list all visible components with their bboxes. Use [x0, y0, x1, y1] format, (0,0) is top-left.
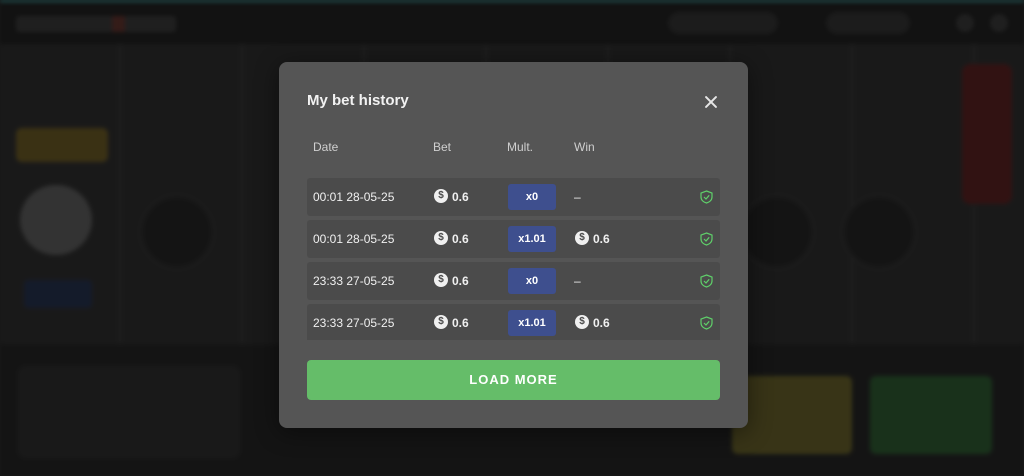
- shield-check-icon[interactable]: [700, 274, 713, 288]
- multiplier-badge: x0: [508, 184, 556, 210]
- row-date: 00:01 28-05-25: [313, 232, 395, 246]
- row-win: 0.6: [593, 232, 610, 246]
- bet-history-modal: My bet history Date Bet Mult. Win 00:01 …: [279, 62, 748, 428]
- table-row: 00:01 28-05-25 $ 0.6 x0 –: [307, 178, 720, 216]
- coin-icon: $: [434, 189, 448, 203]
- multiplier-badge: x1.01: [508, 226, 556, 252]
- coin-icon: $: [434, 231, 448, 245]
- shield-check-icon[interactable]: [700, 316, 713, 330]
- shield-check-icon[interactable]: [700, 190, 713, 204]
- row-win: –: [574, 274, 581, 288]
- table-row: 23:33 27-05-25 $ 0.6 x0 –: [307, 262, 720, 300]
- row-bet: 0.6: [452, 190, 469, 204]
- row-bet: 0.6: [452, 274, 469, 288]
- row-bet: 0.6: [452, 316, 469, 330]
- coin-icon: $: [575, 231, 589, 245]
- column-mult: Mult.: [507, 140, 534, 154]
- row-date: 00:01 28-05-25: [313, 190, 395, 204]
- close-icon[interactable]: [699, 90, 723, 114]
- load-more-button[interactable]: LOAD MORE: [307, 360, 720, 400]
- column-bet: Bet: [433, 140, 452, 154]
- row-win: –: [574, 190, 581, 204]
- multiplier-badge: x1.01: [508, 310, 556, 336]
- table-row: 23:33 27-05-25 $ 0.6 x1.01 $ 0.6: [307, 304, 720, 340]
- table-row: 00:01 28-05-25 $ 0.6 x1.01 $ 0.6: [307, 220, 720, 258]
- column-date: Date: [313, 140, 339, 154]
- column-win: Win: [574, 140, 595, 154]
- modal-title: My bet history: [307, 92, 409, 109]
- row-date: 23:33 27-05-25: [313, 274, 395, 288]
- coin-icon: $: [434, 315, 448, 329]
- history-list[interactable]: 00:01 28-05-25 $ 0.6 x0 – 00:01 28-05-25…: [307, 160, 720, 340]
- coin-icon: $: [434, 273, 448, 287]
- row-win: 0.6: [593, 316, 610, 330]
- row-date: 23:33 27-05-25: [313, 316, 395, 330]
- table-header: Date Bet Mult. Win: [307, 138, 720, 160]
- row-bet: 0.6: [452, 232, 469, 246]
- shield-check-icon[interactable]: [700, 232, 713, 246]
- multiplier-badge: x0: [508, 268, 556, 294]
- coin-icon: $: [575, 315, 589, 329]
